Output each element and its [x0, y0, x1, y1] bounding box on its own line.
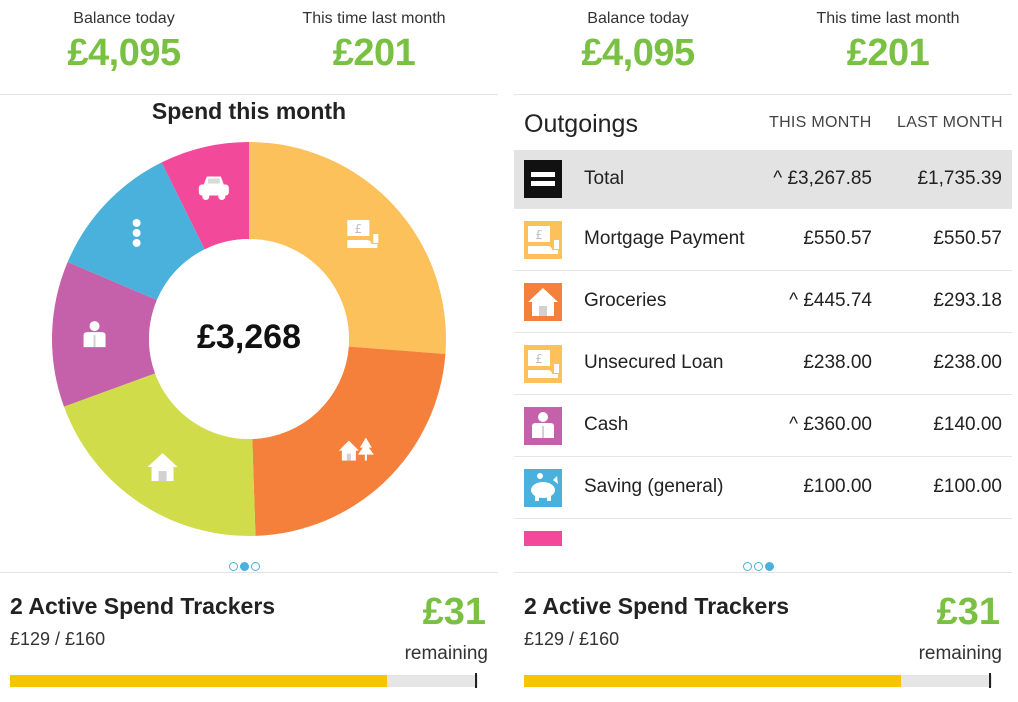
money-hand-icon: £ [524, 221, 562, 259]
tracker-progress-fill [524, 675, 902, 687]
row-last-month: £293.18 [933, 290, 1002, 311]
last-month-balance: This time last month £201 [264, 10, 484, 75]
col-last-month[interactable]: LAST MONTH [897, 114, 1003, 132]
balance-header: Balance today £4,095 This time last mont… [514, 0, 1012, 95]
outgoings-row-partial[interactable] [514, 519, 1012, 546]
row-last-month: £1,735.39 [917, 168, 1002, 189]
row-this-month: £238.00 [803, 352, 872, 373]
balance-today-value: £4,095 [581, 32, 695, 74]
spend-tracker-card[interactable]: 2 Active Spend Trackers £129 / £160 £31 … [0, 572, 498, 702]
person-icon [524, 407, 562, 445]
row-this-month: ^ £360.00 [789, 414, 872, 435]
row-last-month: £100.00 [933, 476, 1002, 497]
chart-title: Spend this month [151, 98, 347, 124]
last-month-label: This time last month [816, 10, 960, 27]
donut-center-value: £3,268 [197, 318, 301, 356]
row-this-month: £100.00 [803, 476, 872, 497]
last-month-value: £201 [332, 32, 416, 74]
money-hand-icon: £ [524, 345, 562, 383]
tracker-progress-bar [10, 673, 478, 688]
outgoings-header: Outgoings THIS MONTH LAST MONTH [514, 96, 1012, 150]
row-label: Total [584, 168, 625, 189]
last-month-value: £201 [846, 32, 930, 74]
outgoings-list[interactable]: Total ^ £3,267.85 £1,735.39 £ Mortgage Pay… [514, 150, 1012, 546]
outgoings-row[interactable]: Saving (general) £100.00 £100.00 [514, 457, 1012, 519]
tracker-progress-text: £129 / £160 [524, 629, 620, 649]
svg-text:£: £ [355, 222, 363, 236]
pager-dot[interactable] [251, 562, 260, 572]
row-last-month: £238.00 [933, 352, 1002, 373]
total-icon [524, 160, 562, 198]
tracker-limit-marker [475, 673, 477, 688]
outgoings-row[interactable]: Groceries ^ £445.74 £293.18 [514, 271, 1012, 333]
outgoings-title: Outgoings [524, 110, 638, 138]
tracker-title: 2 Active Spend Trackers [10, 593, 276, 619]
tracker-remaining-label: remaining [918, 643, 1002, 664]
pager-dot[interactable] [754, 562, 763, 572]
pager-dot[interactable] [229, 562, 238, 572]
spend-tracker-card[interactable]: 2 Active Spend Trackers £129 / £160 £31 … [514, 572, 1012, 702]
tracker-title: 2 Active Spend Trackers [524, 593, 790, 619]
outgoings-row[interactable]: £ Mortgage Payment £550.57 £550.57 [514, 209, 1012, 271]
outgoings-total-row[interactable]: Total ^ £3,267.85 £1,735.39 [514, 150, 1012, 209]
svg-text:£: £ [535, 228, 543, 242]
outgoings-row[interactable]: £ Unsecured Loan £238.00 £238.00 [514, 333, 1012, 395]
row-label: Groceries [584, 290, 667, 311]
last-month-label: This time last month [302, 10, 446, 27]
last-month-balance: This time last month £201 [778, 10, 998, 75]
pager-dot-active[interactable] [765, 562, 774, 572]
pager-dots[interactable] [228, 558, 261, 572]
row-this-month: £550.57 [803, 228, 872, 249]
piggy-bank-icon [524, 469, 562, 507]
pager-dots[interactable] [742, 558, 775, 572]
balance-today-value: £4,095 [67, 32, 181, 74]
balance-header: Balance today £4,095 This time last mont… [0, 0, 498, 95]
tracker-limit-marker [989, 673, 991, 688]
outgoings-panel: Balance today £4,095 This time last mont… [514, 0, 1012, 702]
tracker-progress-fill [10, 675, 388, 687]
row-label: Saving (general) [584, 476, 724, 497]
balance-today-label: Balance today [73, 10, 175, 27]
balance-today: Balance today £4,095 [528, 10, 748, 75]
car-icon [524, 531, 562, 546]
spend-summary-panel: Balance today £4,095 This time last mont… [0, 0, 498, 702]
tracker-remaining-amount: £31 [422, 591, 486, 633]
balance-today-label: Balance today [587, 10, 689, 27]
tracker-progress-text: £129 / £160 [10, 629, 106, 649]
svg-text:£: £ [535, 352, 543, 366]
row-last-month: £140.00 [933, 414, 1002, 435]
row-label: Unsecured Loan [584, 352, 724, 373]
pager-dot-active[interactable] [240, 562, 249, 572]
balance-today: Balance today £4,095 [14, 10, 234, 75]
row-this-month: ^ £445.74 [789, 290, 872, 311]
tracker-remaining-label: remaining [404, 643, 488, 664]
row-label: Cash [584, 414, 629, 435]
dots-icon [132, 218, 141, 247]
row-this-month: ^ £3,267.85 [773, 168, 872, 189]
col-this-month[interactable]: THIS MONTH [769, 114, 872, 132]
panel-divider [498, 0, 514, 702]
tracker-remaining-amount: £31 [936, 591, 1000, 633]
pager-dot[interactable] [743, 562, 752, 572]
row-label: Mortgage Payment [584, 228, 745, 249]
outgoings-row[interactable]: Cash ^ £360.00 £140.00 [514, 395, 1012, 457]
row-last-month: £550.57 [933, 228, 1002, 249]
tracker-progress-bar [524, 673, 992, 688]
house-icon [524, 283, 562, 321]
